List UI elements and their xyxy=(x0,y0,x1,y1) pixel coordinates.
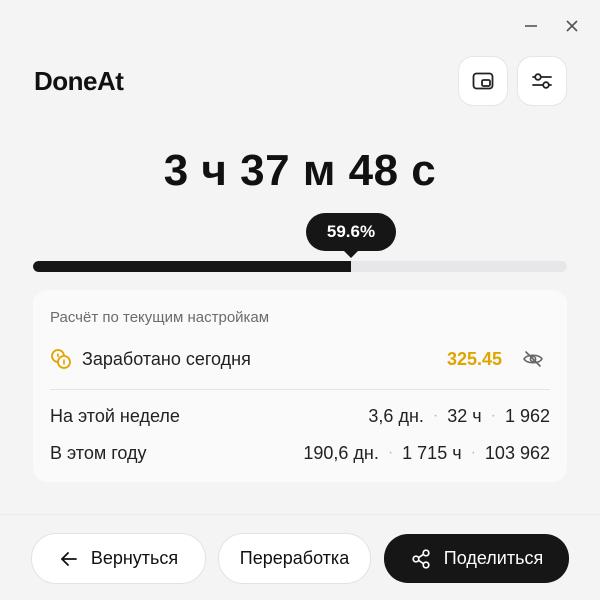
minimize-icon xyxy=(525,25,537,27)
separator-dot: · xyxy=(470,444,476,461)
close-icon xyxy=(566,20,578,32)
year-days: 190,6 дн. xyxy=(303,442,379,463)
earned-today-value: 325.45 xyxy=(446,348,502,369)
year-stats-row: В этом году 190,6 дн. · 1 715 ч · 103 96… xyxy=(50,441,550,465)
progress-badge-pointer xyxy=(342,249,360,258)
back-button[interactable]: Вернуться xyxy=(32,534,205,583)
progress-percent-badge: 59.6% xyxy=(306,213,396,251)
remaining-time: 3 ч 37 м 48 с xyxy=(163,146,437,195)
year-hours: 1 715 ч xyxy=(402,442,462,463)
week-amount: 1 962 xyxy=(504,405,550,426)
earnings-card: Расчёт по текущим настройкам Заработано … xyxy=(33,290,567,482)
earned-today-row: Заработано сегодня 325.45 xyxy=(50,346,550,372)
year-amount: 103 962 xyxy=(484,442,550,463)
separator-dot: · xyxy=(490,407,496,424)
share-button[interactable]: Поделиться xyxy=(384,534,569,583)
share-button-label: Поделиться xyxy=(443,548,544,568)
week-days: 3,6 дн. xyxy=(368,405,424,426)
back-button-label: Вернуться xyxy=(90,548,179,568)
picture-in-picture-icon xyxy=(472,72,494,90)
minimize-button[interactable] xyxy=(517,12,545,40)
arrow-left-icon xyxy=(60,551,77,566)
eye-off-icon xyxy=(523,351,543,367)
week-label: На этой неделе xyxy=(50,405,180,426)
app-title: DoneAt xyxy=(34,66,124,96)
picture-in-picture-button[interactable] xyxy=(459,57,507,105)
card-divider xyxy=(50,389,550,390)
year-label: В этом году xyxy=(50,442,147,463)
progress-bar xyxy=(33,261,567,272)
week-stats-row: На этой неделе 3,6 дн. · 32 ч · 1 962 xyxy=(50,404,550,428)
overtime-button-label: Переработка xyxy=(239,548,350,568)
hide-earnings-button[interactable] xyxy=(522,348,544,375)
week-hours: 32 ч xyxy=(447,405,482,426)
close-button[interactable] xyxy=(558,12,586,40)
separator-dot: · xyxy=(387,444,394,461)
coins-icon xyxy=(51,349,71,369)
overtime-button[interactable]: Переработка xyxy=(219,534,370,583)
settings-button[interactable] xyxy=(518,57,566,105)
progress-bar-fill xyxy=(33,261,352,272)
card-caption: Расчёт по текущим настройкам xyxy=(50,309,270,326)
earned-today-label: Заработано сегодня xyxy=(82,348,251,369)
footer-divider xyxy=(0,514,600,515)
sliders-icon xyxy=(532,73,552,89)
share-icon xyxy=(412,548,430,569)
separator-dot: · xyxy=(432,407,439,424)
